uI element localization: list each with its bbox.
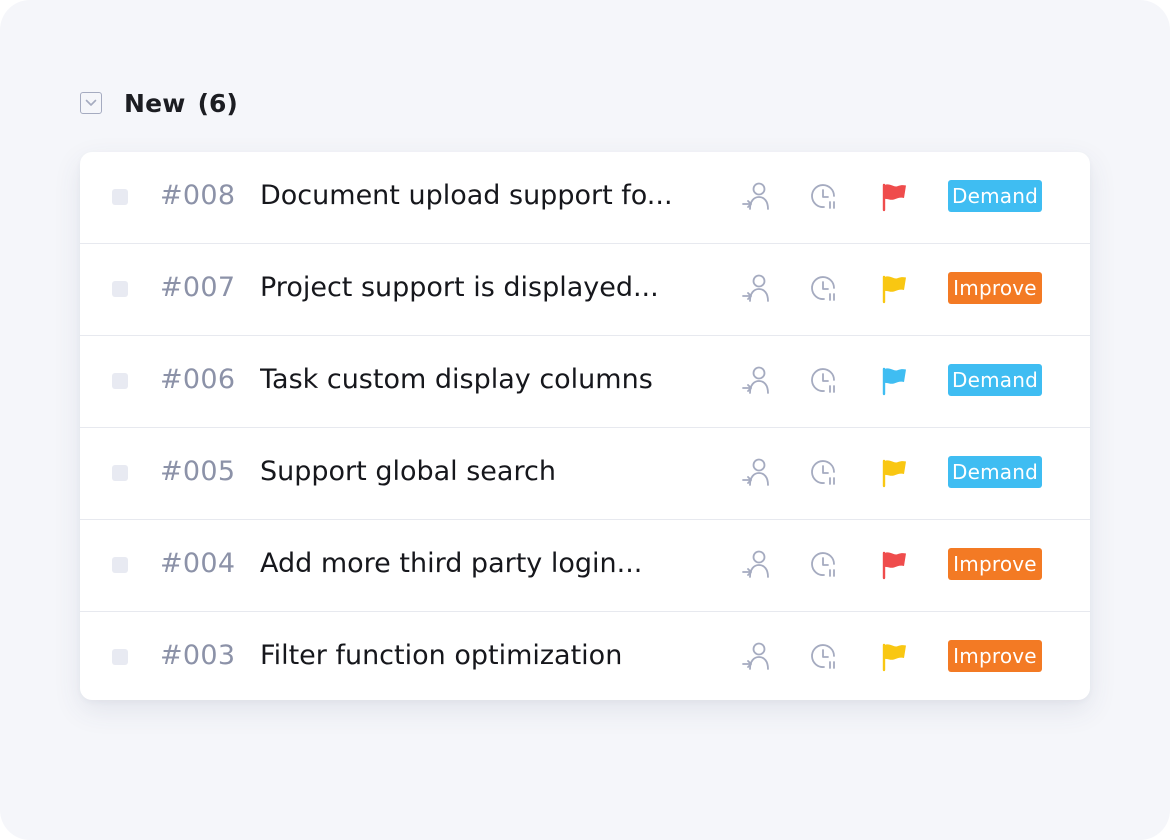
task-list: #008 Document upload support fo... Deman… bbox=[80, 152, 1090, 700]
task-row-005[interactable]: #005 Support global search Demand bbox=[80, 428, 1090, 520]
row-checkbox[interactable] bbox=[112, 373, 128, 389]
task-title[interactable]: Project support is displayed... bbox=[260, 272, 700, 303]
clock-icon[interactable] bbox=[808, 548, 842, 582]
task-row-003[interactable]: #003 Filter function optimization Improv… bbox=[80, 612, 1090, 700]
flag-icon[interactable] bbox=[878, 364, 912, 398]
task-id: #007 bbox=[160, 272, 236, 303]
type-tag: Demand bbox=[948, 180, 1042, 212]
task-row-008[interactable]: #008 Document upload support fo... Deman… bbox=[80, 152, 1090, 244]
group-header: New (6) bbox=[80, 84, 238, 122]
task-title[interactable]: Add more third party login... bbox=[260, 548, 700, 579]
type-tag: Demand bbox=[948, 364, 1042, 396]
flag-icon[interactable] bbox=[878, 272, 912, 306]
assign-user-icon[interactable] bbox=[740, 179, 774, 213]
task-title[interactable]: Support global search bbox=[260, 456, 700, 487]
row-checkbox[interactable] bbox=[112, 557, 128, 573]
assign-user-icon[interactable] bbox=[740, 455, 774, 489]
flag-icon[interactable] bbox=[878, 180, 912, 214]
task-row-004[interactable]: #004 Add more third party login... Impro… bbox=[80, 520, 1090, 612]
clock-icon[interactable] bbox=[808, 272, 842, 306]
task-id: #008 bbox=[160, 180, 236, 211]
task-title[interactable]: Document upload support fo... bbox=[260, 180, 700, 211]
assign-user-icon[interactable] bbox=[740, 363, 774, 397]
clock-icon[interactable] bbox=[808, 180, 842, 214]
flag-icon[interactable] bbox=[878, 548, 912, 582]
task-title[interactable]: Task custom display columns bbox=[260, 364, 700, 395]
task-id: #005 bbox=[160, 456, 236, 487]
type-tag: Improve bbox=[948, 640, 1042, 672]
clock-icon[interactable] bbox=[808, 364, 842, 398]
row-checkbox[interactable] bbox=[112, 465, 128, 481]
assign-user-icon[interactable] bbox=[740, 271, 774, 305]
type-tag: Improve bbox=[948, 272, 1042, 304]
task-id: #006 bbox=[160, 364, 236, 395]
task-title[interactable]: Filter function optimization bbox=[260, 640, 700, 671]
row-checkbox[interactable] bbox=[112, 281, 128, 297]
task-row-006[interactable]: #006 Task custom display columns Demand bbox=[80, 336, 1090, 428]
task-row-007[interactable]: #007 Project support is displayed... Imp… bbox=[80, 244, 1090, 336]
row-checkbox[interactable] bbox=[112, 649, 128, 665]
flag-icon[interactable] bbox=[878, 640, 912, 674]
flag-icon[interactable] bbox=[878, 456, 912, 490]
group-count: (6) bbox=[197, 88, 238, 118]
group-title: New bbox=[124, 88, 186, 118]
board-background: New (6) #008 Document upload support fo.… bbox=[0, 0, 1170, 840]
assign-user-icon[interactable] bbox=[740, 547, 774, 581]
chevron-down-icon[interactable] bbox=[80, 92, 102, 114]
assign-user-icon[interactable] bbox=[740, 639, 774, 673]
task-id: #004 bbox=[160, 548, 236, 579]
type-tag: Demand bbox=[948, 456, 1042, 488]
row-checkbox[interactable] bbox=[112, 189, 128, 205]
task-id: #003 bbox=[160, 640, 236, 671]
clock-icon[interactable] bbox=[808, 456, 842, 490]
type-tag: Improve bbox=[948, 548, 1042, 580]
clock-icon[interactable] bbox=[808, 640, 842, 674]
